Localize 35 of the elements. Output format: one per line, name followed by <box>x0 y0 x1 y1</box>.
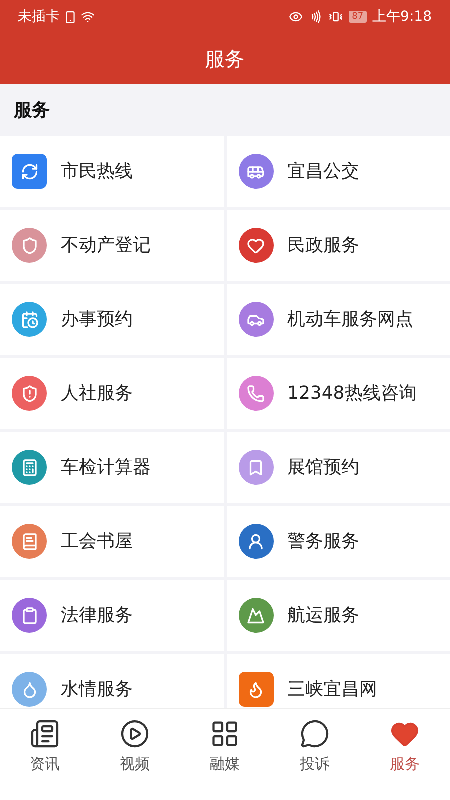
service-item[interactable]: 航运服务 <box>226 580 450 651</box>
service-item[interactable]: 市民热线 <box>0 136 224 207</box>
service-item[interactable]: 民政服务 <box>226 210 450 281</box>
service-item[interactable]: 不动产登记 <box>0 210 224 281</box>
service-item[interactable]: 12348热线咨询 <box>226 358 450 429</box>
battery-icon: 87 <box>349 11 367 23</box>
sim-icon <box>64 10 77 24</box>
service-item[interactable]: 水情服务 <box>0 654 224 708</box>
service-item[interactable]: 工会书屋 <box>0 506 224 577</box>
play-icon <box>120 719 150 749</box>
tab-bar-item[interactable]: 投诉 <box>270 719 360 776</box>
section-title: 服务 <box>14 98 50 122</box>
grid-icon <box>210 719 240 749</box>
service-item[interactable]: 三峡宜昌网 <box>226 654 450 708</box>
tab-bar-item[interactable]: 服务 <box>360 719 450 776</box>
service-item[interactable]: 人社服务 <box>0 358 224 429</box>
tab-bar-item[interactable]: 融媒 <box>180 719 270 776</box>
service-item[interactable]: 警务服务 <box>226 506 450 577</box>
news-icon <box>30 719 60 749</box>
vibrate-icon <box>329 10 344 24</box>
wifi-icon <box>81 10 95 24</box>
tab-bar-item[interactable]: 视频 <box>90 719 180 776</box>
service-item[interactable]: 法律服务 <box>0 580 224 651</box>
clock-text: 上午9:18 <box>372 8 432 26</box>
nfc-icon <box>309 10 324 24</box>
service-item[interactable]: 车检计算器 <box>0 432 224 503</box>
chat-icon <box>300 719 330 749</box>
service-item[interactable]: 机动车服务网点 <box>226 284 450 355</box>
service-item[interactable]: 宜昌公交 <box>226 136 450 207</box>
carrier-text: 未插卡 <box>18 8 60 26</box>
service-item[interactable]: 展馆预约 <box>226 432 450 503</box>
tab-bar-item[interactable]: 资讯 <box>0 719 90 776</box>
page-title: 服务 <box>205 46 245 73</box>
service-item[interactable]: 办事预约 <box>0 284 224 355</box>
eye-icon <box>289 10 304 24</box>
